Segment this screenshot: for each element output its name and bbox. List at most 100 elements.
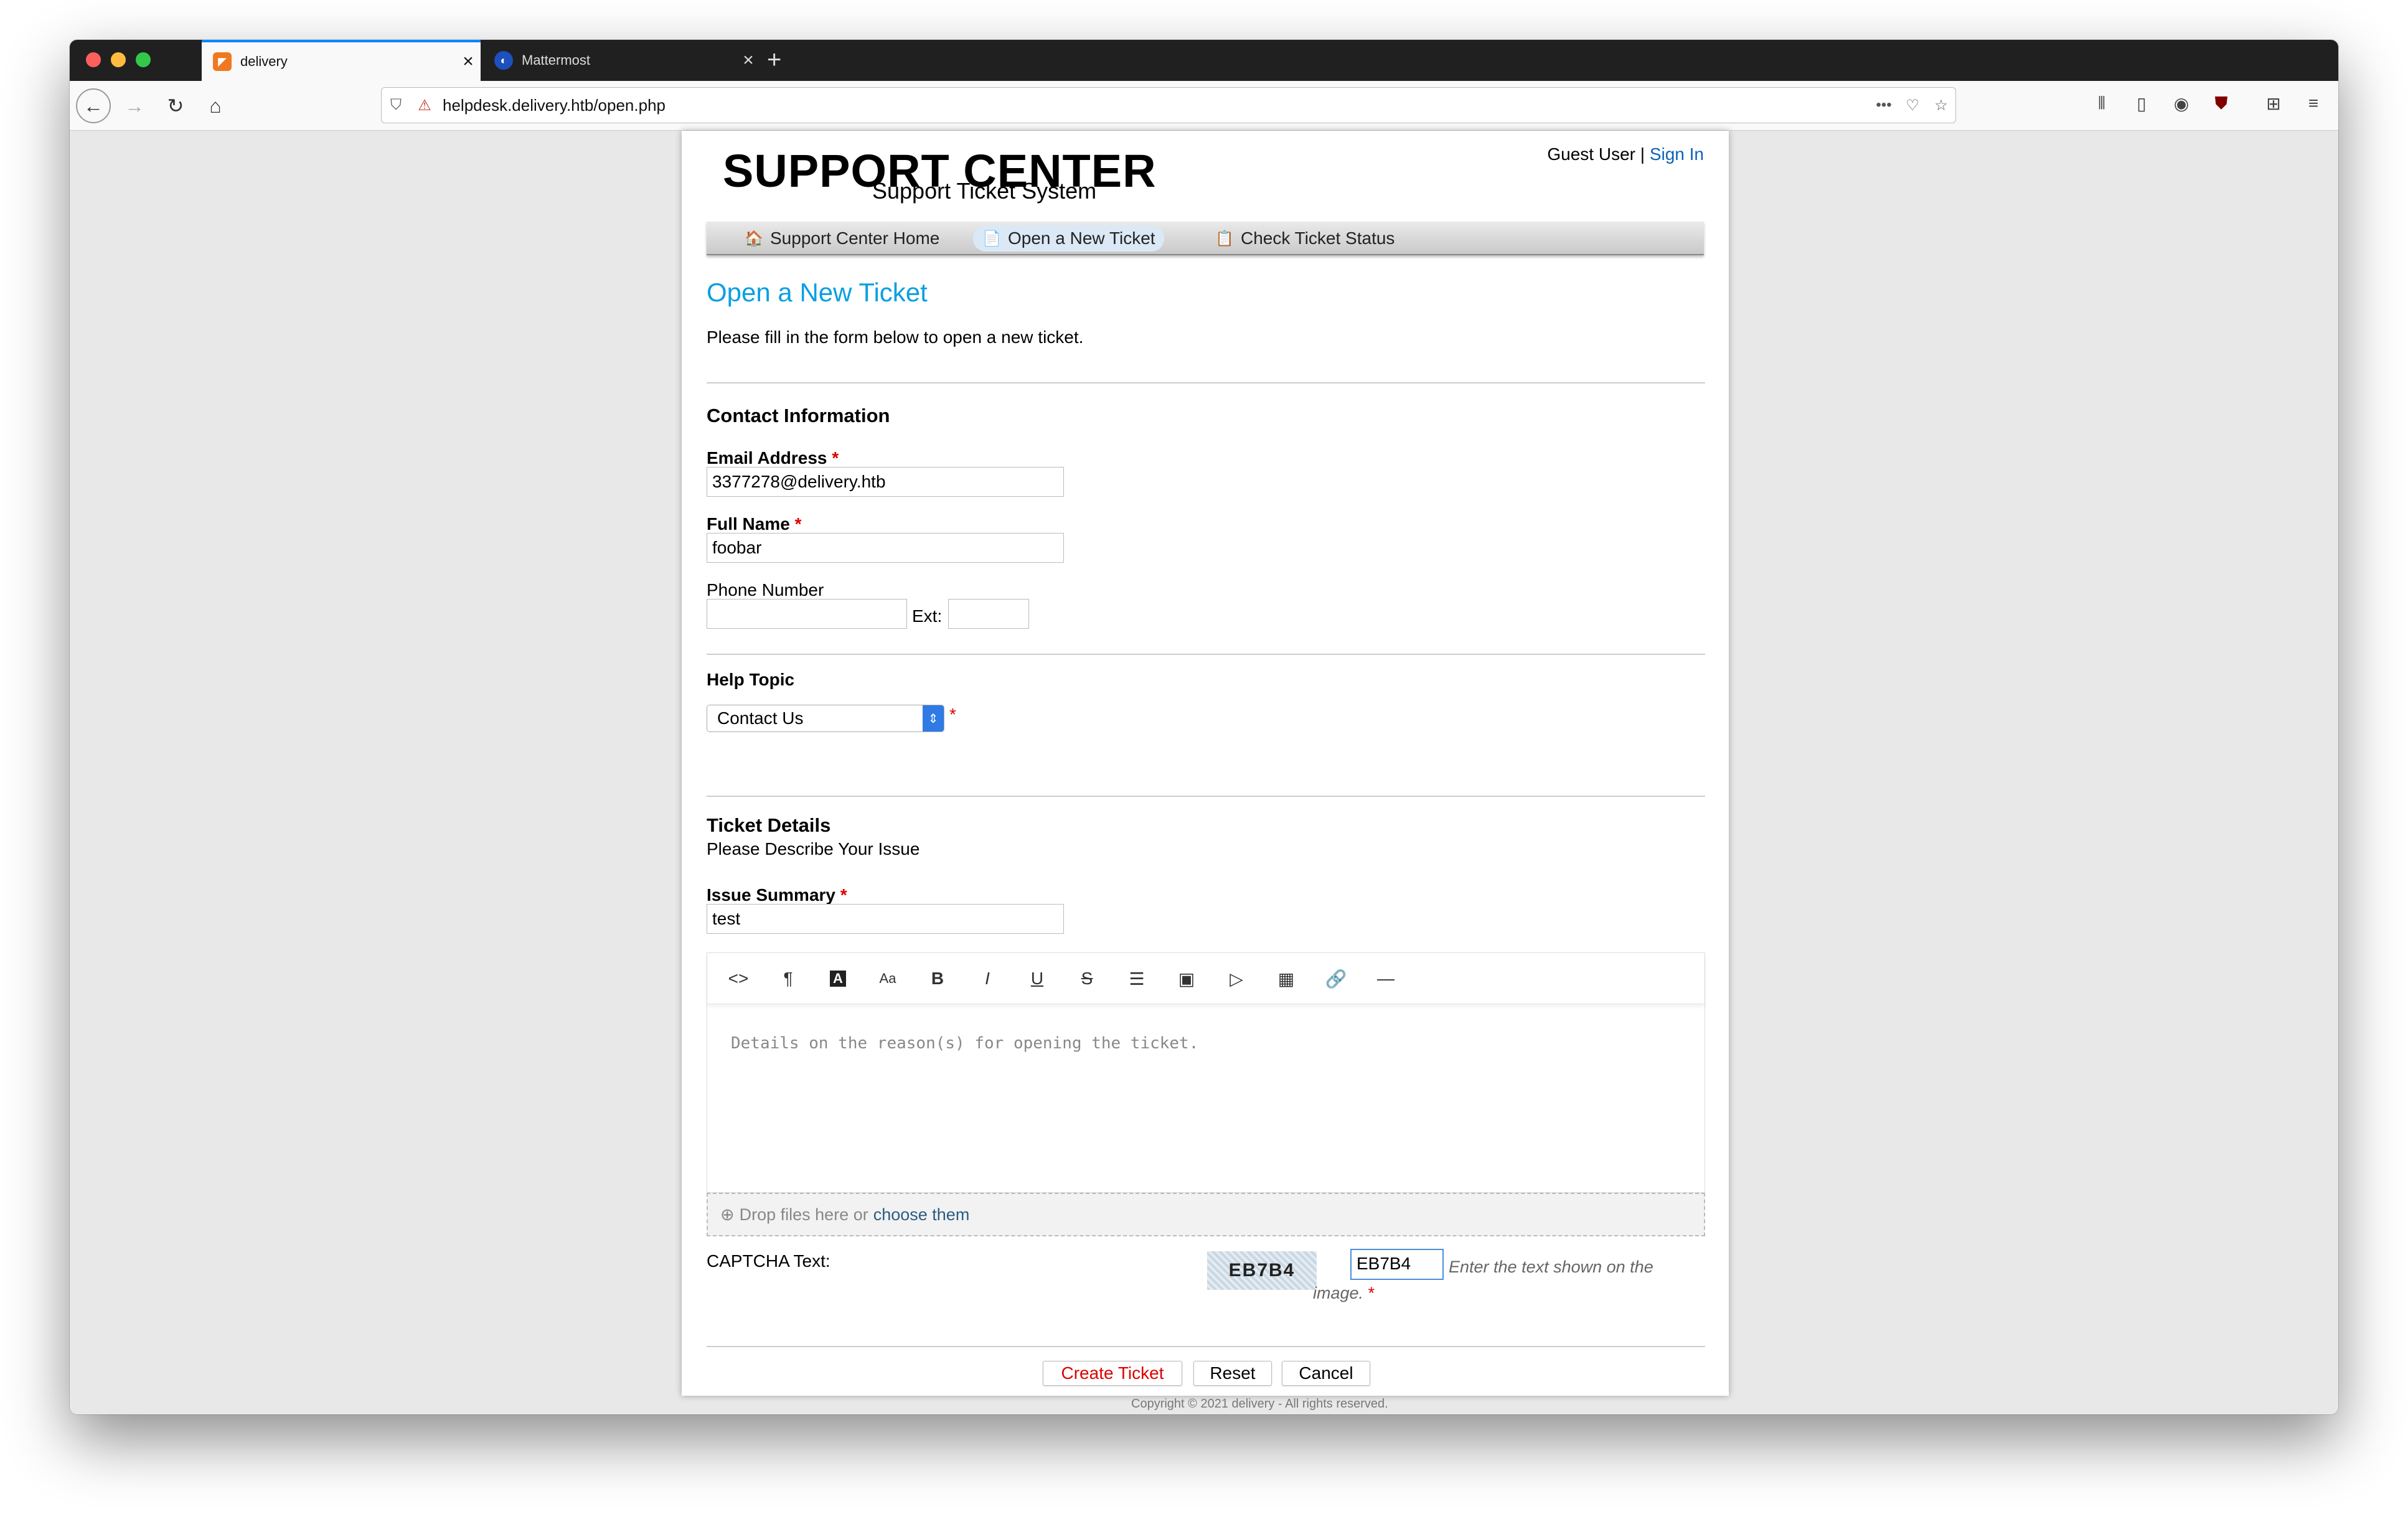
browser-window: ◤ delivery × ◐ Mattermost × + ← → ↻ ⌂ ⛉ … [70, 40, 2338, 1414]
issue-summary-field[interactable]: test [707, 904, 1064, 934]
bold-icon[interactable]: B [924, 966, 951, 992]
tab-title: delivery [240, 54, 288, 69]
page-container: SUPPORT CENTER Support Ticket System Gue… [682, 131, 1729, 1396]
drop-text: Drop files here or [739, 1205, 868, 1224]
page-actions-icon[interactable]: ••• [1869, 96, 1898, 114]
close-tab-icon[interactable]: × [736, 51, 761, 70]
italic-icon[interactable]: I [974, 966, 1001, 992]
library-icon[interactable]: ⫴ [2089, 93, 2114, 114]
video-icon[interactable]: ▷ [1223, 966, 1250, 992]
footer-copyright: Copyright © 2021 delivery - All rights r… [1131, 1397, 1388, 1411]
underline-icon[interactable]: U [1023, 966, 1051, 992]
home-icon: 🏠 [745, 230, 763, 247]
ext-label: Ext: [912, 606, 943, 626]
rich-text-editor[interactable]: <> ¶ A Aa B I U S ☰ ▣ ▷ ▦ 🔗 — Details on… [707, 952, 1705, 1193]
contact-heading: Contact Information [707, 405, 890, 426]
issue-summary-label: Issue Summary * [707, 885, 847, 905]
mattermost-favicon-icon: ◐ [494, 51, 513, 70]
forward-button[interactable]: → [117, 88, 152, 123]
nav-open-ticket[interactable]: 📄 Open a New Ticket [973, 225, 1164, 252]
logo-subtitle: Support Ticket System [872, 178, 1097, 204]
shield-icon[interactable]: ⛉ [382, 96, 410, 114]
help-topic-heading: Help Topic [707, 670, 795, 689]
email-label: Email Address * [707, 448, 839, 468]
divider [707, 1346, 1705, 1347]
ext-field[interactable] [948, 599, 1029, 629]
page-title: Open a New Ticket [707, 278, 928, 307]
text-color-icon[interactable]: A [824, 966, 852, 992]
insecure-lock-icon[interactable]: ⚠ [410, 96, 439, 115]
guest-user-label: Guest User [1547, 144, 1635, 164]
editor-toolbar: <> ¶ A Aa B I U S ☰ ▣ ▷ ▦ 🔗 — [707, 953, 1705, 1004]
page-viewport: SUPPORT CENTER Support Ticket System Gue… [70, 131, 2338, 1414]
captcha-image: EB7B4 [1207, 1251, 1317, 1290]
new-tab-button[interactable]: + [767, 47, 781, 72]
list-icon[interactable]: ☰ [1123, 966, 1150, 992]
divider [707, 382, 1705, 383]
sidebar-icon[interactable]: ▯ [2129, 93, 2154, 114]
ticket-status-icon: 📋 [1215, 230, 1234, 247]
strikethrough-icon[interactable]: S [1073, 966, 1101, 992]
chevron-updown-icon: ⇕ [923, 705, 944, 731]
full-name-label: Full Name * [707, 514, 802, 534]
cancel-button[interactable]: Cancel [1282, 1361, 1370, 1386]
captcha-input[interactable]: EB7B4 [1350, 1249, 1444, 1280]
tab-title: Mattermost [522, 52, 591, 68]
tab-mattermost[interactable]: ◐ Mattermost × [483, 40, 761, 81]
tab-delivery[interactable]: ◤ delivery × [202, 40, 481, 81]
zoom-window-button[interactable] [136, 52, 151, 67]
navigation-toolbar: ← → ↻ ⌂ ⛉ ⚠ helpdesk.delivery.htb/open.p… [70, 81, 2338, 131]
divider [707, 796, 1705, 797]
upload-icon: ⊕ [720, 1205, 735, 1224]
ticket-details-subheading: Please Describe Your Issue [707, 839, 920, 858]
nav-support-home[interactable]: 🏠 Support Center Home [735, 225, 948, 252]
user-info: Guest User | Sign In [1547, 144, 1704, 164]
address-bar[interactable]: ⛉ ⚠ helpdesk.delivery.htb/open.php ••• ♡… [381, 87, 1956, 123]
image-icon[interactable]: ▣ [1173, 966, 1200, 992]
nav-label: Support Center Home [770, 228, 940, 248]
close-window-button[interactable] [86, 52, 101, 67]
reset-button[interactable]: Reset [1193, 1361, 1272, 1386]
tab-strip: ◤ delivery × ◐ Mattermost × + [70, 40, 2338, 81]
ublock-icon[interactable]: ⛊ [2209, 93, 2234, 114]
choose-files-link[interactable]: choose them [873, 1205, 970, 1225]
editor-placeholder: Details on the reason(s) for opening the… [731, 1034, 1199, 1053]
sign-in-link[interactable]: Sign In [1650, 144, 1704, 164]
pocket-icon[interactable]: ♡ [1898, 96, 1927, 115]
help-topic-value: Contact Us [717, 708, 804, 728]
user-info-separator: | [1640, 144, 1645, 164]
account-icon[interactable]: ◉ [2169, 93, 2194, 114]
divider [707, 654, 1705, 655]
email-field[interactable]: 3377278@delivery.htb [707, 467, 1064, 497]
extensions-icon[interactable]: ⊞ [2261, 93, 2286, 114]
captcha-label: CAPTCHA Text: [707, 1251, 830, 1271]
phone-label: Phone Number [707, 580, 824, 599]
close-tab-icon[interactable]: × [456, 52, 481, 71]
minimize-window-button[interactable] [111, 52, 126, 67]
horizontal-rule-icon[interactable]: — [1372, 966, 1399, 992]
link-icon[interactable]: 🔗 [1322, 966, 1350, 992]
paragraph-icon[interactable]: ¶ [774, 966, 802, 992]
nav-check-status[interactable]: 📋 Check Ticket Status [1206, 225, 1403, 252]
main-nav: 🏠 Support Center Home 📄 Open a New Ticke… [707, 222, 1704, 255]
bookmark-star-icon[interactable]: ☆ [1927, 96, 1955, 115]
code-view-icon[interactable]: <> [725, 966, 752, 992]
back-button[interactable]: ← [76, 88, 111, 123]
help-topic-select[interactable]: Contact Us ⇕ [707, 705, 944, 732]
url-text[interactable]: helpdesk.delivery.htb/open.php [439, 96, 1869, 115]
create-ticket-button[interactable]: Create Ticket [1043, 1361, 1182, 1386]
page-intro: Please fill in the form below to open a … [707, 327, 1084, 347]
font-size-icon[interactable]: Aa [874, 966, 901, 992]
reload-button[interactable]: ↻ [158, 88, 193, 123]
table-icon[interactable]: ▦ [1272, 966, 1300, 992]
settings-icon[interactable]: ≡ [2301, 93, 2326, 113]
delivery-favicon-icon: ◤ [213, 52, 232, 71]
nav-label: Open a New Ticket [1008, 228, 1155, 248]
new-ticket-icon: 📄 [982, 230, 1001, 247]
full-name-field[interactable]: foobar [707, 533, 1064, 563]
ticket-details-heading: Ticket Details [707, 814, 831, 836]
file-dropzone[interactable]: ⊕ Drop files here or choose them [707, 1193, 1705, 1236]
nav-label: Check Ticket Status [1241, 228, 1395, 248]
phone-field[interactable] [707, 599, 907, 629]
home-button[interactable]: ⌂ [198, 88, 233, 123]
